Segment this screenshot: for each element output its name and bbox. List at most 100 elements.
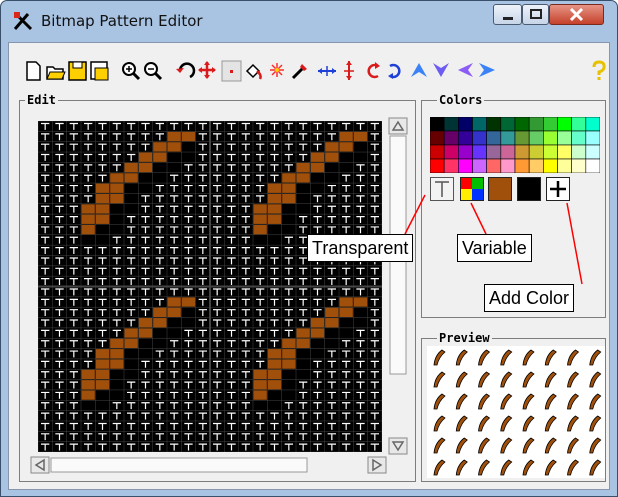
transparent-cell[interactable] xyxy=(170,371,179,379)
transparent-cell[interactable] xyxy=(284,433,293,441)
transparent-cell[interactable] xyxy=(342,267,351,275)
transparent-cell[interactable] xyxy=(270,153,279,161)
transparent-cell[interactable] xyxy=(213,226,222,234)
transparent-cell[interactable] xyxy=(370,381,379,389)
transparent-cell[interactable] xyxy=(227,257,236,265)
transparent-cell[interactable] xyxy=(41,164,50,172)
transparent-cell[interactable] xyxy=(127,402,136,410)
transparent-cell[interactable] xyxy=(342,433,351,441)
transparent-cell[interactable] xyxy=(342,226,351,234)
transparent-cell[interactable] xyxy=(284,133,293,141)
transparent-cell[interactable] xyxy=(155,247,164,254)
transparent-cell[interactable] xyxy=(299,215,308,223)
transparent-cell[interactable] xyxy=(241,402,250,410)
transparent-cell[interactable] xyxy=(241,153,250,161)
transparent-cell[interactable] xyxy=(184,391,193,399)
new-icon[interactable] xyxy=(22,59,44,83)
transparent-cell[interactable] xyxy=(356,278,365,285)
transparent-cell[interactable] xyxy=(241,288,250,296)
transparent-cell[interactable] xyxy=(241,340,250,348)
transparent-cell[interactable] xyxy=(356,288,365,296)
transparent-cell[interactable] xyxy=(270,340,279,348)
pixel-cell[interactable] xyxy=(282,183,296,193)
transparent-cell[interactable] xyxy=(342,371,351,379)
transparent-cell[interactable] xyxy=(112,257,121,265)
transparent-cell[interactable] xyxy=(141,309,150,317)
transparent-cell[interactable] xyxy=(69,433,78,441)
pixel-cell[interactable] xyxy=(153,318,167,328)
transparent-cell[interactable] xyxy=(170,391,179,399)
transparent-cell[interactable] xyxy=(198,257,207,265)
transparent-cell[interactable] xyxy=(170,257,179,265)
transparent-cell[interactable] xyxy=(284,402,293,410)
transparent-cell[interactable] xyxy=(299,422,308,430)
transparent-cell[interactable] xyxy=(241,381,250,389)
transparent-cell[interactable] xyxy=(241,433,250,441)
transparent-cell[interactable] xyxy=(342,205,351,213)
palette-color[interactable] xyxy=(443,117,459,132)
palette-color[interactable] xyxy=(557,130,572,146)
transparent-cell[interactable] xyxy=(184,422,193,430)
transparent-cell[interactable] xyxy=(270,329,279,337)
transparent-cell[interactable] xyxy=(55,143,64,151)
transparent-cell[interactable] xyxy=(98,267,107,275)
transparent-cell[interactable] xyxy=(127,226,136,234)
transparent-cell[interactable] xyxy=(184,164,193,172)
transparent-cell[interactable] xyxy=(84,298,93,306)
pixel-cell[interactable] xyxy=(339,142,353,152)
transparent-cell[interactable] xyxy=(198,381,207,389)
transparent-cell[interactable] xyxy=(370,402,379,410)
transparent-cell[interactable] xyxy=(227,298,236,306)
transparent-cell[interactable] xyxy=(241,360,250,368)
transparent-cell[interactable] xyxy=(41,433,50,441)
transparent-cell[interactable] xyxy=(356,329,365,337)
transparent-cell[interactable] xyxy=(155,205,164,213)
transparent-cell[interactable] xyxy=(141,205,150,213)
transparent-cell[interactable] xyxy=(313,422,322,430)
transparent-cell[interactable] xyxy=(155,278,164,285)
transparent-cell[interactable] xyxy=(55,257,64,265)
transparent-cell[interactable] xyxy=(241,236,250,244)
vertical-scrollbar[interactable] xyxy=(386,116,410,458)
transparent-cell[interactable] xyxy=(84,360,93,368)
transparent-cell[interactable] xyxy=(184,205,193,213)
zoom-out-icon[interactable] xyxy=(142,59,164,83)
transparent-cell[interactable] xyxy=(55,443,64,451)
pixel-cell[interactable] xyxy=(138,162,153,173)
palette-color[interactable] xyxy=(500,144,516,160)
transparent-cell[interactable] xyxy=(299,278,308,285)
transparent-cell[interactable] xyxy=(256,133,265,141)
transparent-cell[interactable] xyxy=(69,153,78,161)
transparent-cell[interactable] xyxy=(270,422,279,430)
pixel-cell[interactable] xyxy=(153,152,167,162)
transparent-cell[interactable] xyxy=(284,298,293,306)
transparent-cell[interactable] xyxy=(170,184,179,192)
transparent-cell[interactable] xyxy=(84,350,93,358)
palette-color[interactable] xyxy=(543,158,558,173)
add-color-button[interactable] xyxy=(546,177,570,201)
transparent-cell[interactable] xyxy=(256,433,265,441)
transparent-cell[interactable] xyxy=(155,402,164,410)
transparent-cell[interactable] xyxy=(127,391,136,399)
transparent-cell[interactable] xyxy=(112,309,121,317)
transparent-cell[interactable] xyxy=(155,412,164,420)
transparent-cell[interactable] xyxy=(170,340,179,348)
transparent-cell[interactable] xyxy=(155,360,164,368)
transparent-cell[interactable] xyxy=(270,257,279,265)
transparent-cell[interactable] xyxy=(313,267,322,275)
transparent-cell[interactable] xyxy=(69,195,78,203)
transparent-cell[interactable] xyxy=(241,226,250,234)
pixel-cell[interactable] xyxy=(167,142,181,152)
transparent-cell[interactable] xyxy=(84,267,93,275)
transparent-cell[interactable] xyxy=(55,340,64,348)
transparent-cell[interactable] xyxy=(198,360,207,368)
shift-left-icon[interactable] xyxy=(454,59,476,83)
transparent-cell[interactable] xyxy=(198,164,207,172)
transparent-cell[interactable] xyxy=(69,247,78,254)
transparent-cell[interactable] xyxy=(227,433,236,441)
transparent-cell[interactable] xyxy=(270,319,279,327)
transparent-cell[interactable] xyxy=(98,433,107,441)
transparent-cell[interactable] xyxy=(84,288,93,296)
transparent-cell[interactable] xyxy=(127,309,136,317)
transparent-cell[interactable] xyxy=(327,412,336,420)
